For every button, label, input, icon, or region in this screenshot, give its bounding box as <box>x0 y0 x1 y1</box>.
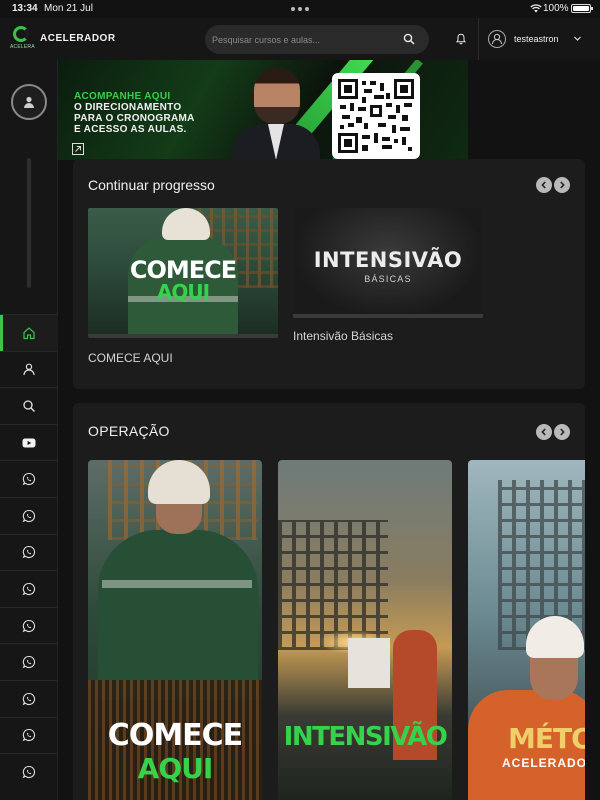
logo-mark-icon <box>13 26 29 42</box>
app-screen: 13:34 Mon 21 Jul 100% ACELERA ACELERADOR… <box>0 0 600 800</box>
whatsapp-icon <box>22 546 36 559</box>
nav-whatsapp-9[interactable] <box>0 753 58 790</box>
banner-text: ACOMPANHE AQUI O DIRECIONAMENTO PARA O C… <box>74 91 224 135</box>
tile-title: MÉTODO <box>508 722 585 755</box>
whatsapp-icon <box>22 473 36 486</box>
section-title: Continuar progresso <box>88 177 215 193</box>
search-input[interactable] <box>212 32 392 47</box>
wifi-icon <box>530 4 542 13</box>
section-title: OPERAÇÃO <box>88 423 170 439</box>
sidebar-scrollbar[interactable] <box>27 158 31 288</box>
nav-search[interactable] <box>0 387 58 424</box>
nav-whatsapp-6[interactable] <box>0 643 58 680</box>
status-time: 13:34 <box>12 3 38 14</box>
thumbnail-title: INTENSIVÃO <box>313 248 463 272</box>
course-card[interactable]: INTENSIVÃO BÁSICAS Intensivão Básicas <box>293 208 483 343</box>
status-date: Mon 21 Jul <box>44 3 93 14</box>
whatsapp-icon <box>22 582 36 596</box>
carousel-next-button[interactable] <box>554 424 570 440</box>
carousel-prev-button[interactable] <box>536 424 552 440</box>
course-thumbnail[interactable]: INTENSIVÃO BÁSICAS <box>293 208 483 318</box>
search-icon <box>23 400 35 412</box>
nav-whatsapp-5[interactable] <box>0 606 58 644</box>
tile-title: INTENSIVÃO <box>283 722 448 752</box>
app-logo[interactable]: ACELERA <box>10 26 35 52</box>
multitasking-dots-icon[interactable] <box>291 7 309 11</box>
banner-line-4: E ACESSO AS AULAS. <box>74 124 187 135</box>
banner-line-2: O DIRECIONAMENTO <box>74 102 182 113</box>
nav-whatsapp-2[interactable] <box>0 496 58 534</box>
user-icon <box>23 363 35 376</box>
status-bar: 13:34 Mon 21 Jul 100% <box>0 0 600 18</box>
banner-line-1: ACOMPANHE AQUI <box>74 91 171 102</box>
module-tile[interactable]: INTENSIVÃO <box>278 460 452 800</box>
nav-whatsapp-3[interactable] <box>0 533 58 571</box>
nav-whatsapp-7[interactable] <box>0 679 58 717</box>
tile-title: COMECE <box>107 718 243 753</box>
carousel-next-button[interactable] <box>554 177 570 193</box>
username: testeastron <box>514 34 559 44</box>
top-header: ACELERA ACELERADOR testeastron <box>0 18 600 60</box>
profile-person-icon <box>24 96 34 108</box>
thumbnail-subtitle: BÁSICAS <box>364 274 412 284</box>
carousel-arrows <box>536 424 570 440</box>
battery-percent: 100% <box>543 3 569 14</box>
notification-bell-icon[interactable] <box>455 33 467 45</box>
nav-whatsapp-4[interactable] <box>0 570 58 607</box>
sidebar-nav <box>0 314 58 790</box>
course-title[interactable]: Intensivão Básicas <box>293 329 483 343</box>
whatsapp-icon <box>22 509 36 523</box>
thumbnail-subtitle: AQUI <box>156 280 210 304</box>
continue-progress-section: Continuar progresso COMECE AQUI COMECE A… <box>73 159 585 389</box>
user-menu[interactable]: testeastron <box>488 30 588 48</box>
whatsapp-icon <box>22 619 36 632</box>
banner-line-3: PARA O CRONOGRAMA <box>74 113 195 124</box>
sidebar <box>0 60 58 800</box>
course-card[interactable]: COMECE AQUI COMECE AQUI <box>88 208 278 365</box>
module-tile[interactable]: COMECE AQUI <box>88 460 262 800</box>
nav-profile[interactable] <box>0 350 58 388</box>
chevron-left-icon <box>541 181 546 189</box>
nav-youtube[interactable] <box>0 423 58 461</box>
module-tile[interactable]: MÉTODO ACELERADOR <box>468 460 585 800</box>
course-title[interactable]: COMECE AQUI <box>88 351 278 365</box>
nav-home[interactable] <box>0 314 58 351</box>
chevron-down-icon[interactable] <box>573 34 582 43</box>
carousel-prev-button[interactable] <box>536 177 552 193</box>
promo-banner[interactable]: ACOMPANHE AQUI O DIRECIONAMENTO PARA O C… <box>58 60 468 160</box>
external-link-arrow-icon[interactable] <box>72 143 84 155</box>
qr-code[interactable] <box>332 73 420 159</box>
home-icon <box>23 326 35 339</box>
tile-subtitle: ACELERADOR <box>502 756 585 770</box>
qr-code-pattern <box>338 79 414 153</box>
operacao-section: OPERAÇÃO COMECE AQUI INTENSIVÃO MÉTO ACE… <box>73 403 585 800</box>
whatsapp-icon <box>22 765 36 779</box>
whatsapp-icon <box>22 729 36 742</box>
search-icon[interactable] <box>403 33 415 45</box>
battery-icon <box>571 4 593 13</box>
carousel-arrows <box>536 177 570 193</box>
chevron-right-icon <box>560 181 565 189</box>
nav-whatsapp-8[interactable] <box>0 716 58 754</box>
brand-name: ACELERADOR <box>40 33 116 44</box>
youtube-icon <box>22 438 36 448</box>
chevron-right-icon <box>560 428 565 436</box>
tile-subtitle: AQUI <box>137 752 214 785</box>
progress-bar <box>293 314 483 318</box>
course-thumbnail[interactable]: COMECE AQUI <box>88 208 278 338</box>
header-divider <box>478 18 479 60</box>
banner-instructor-photo <box>232 68 320 160</box>
progress-bar <box>88 334 278 338</box>
nav-whatsapp-1[interactable] <box>0 460 58 497</box>
logo-text: ACELERA <box>10 44 35 50</box>
user-avatar-icon <box>488 30 506 48</box>
whatsapp-icon <box>22 656 36 669</box>
whatsapp-icon <box>22 692 36 705</box>
chevron-left-icon <box>541 428 546 436</box>
profile-avatar[interactable] <box>11 84 47 120</box>
search-bar[interactable] <box>205 25 429 54</box>
